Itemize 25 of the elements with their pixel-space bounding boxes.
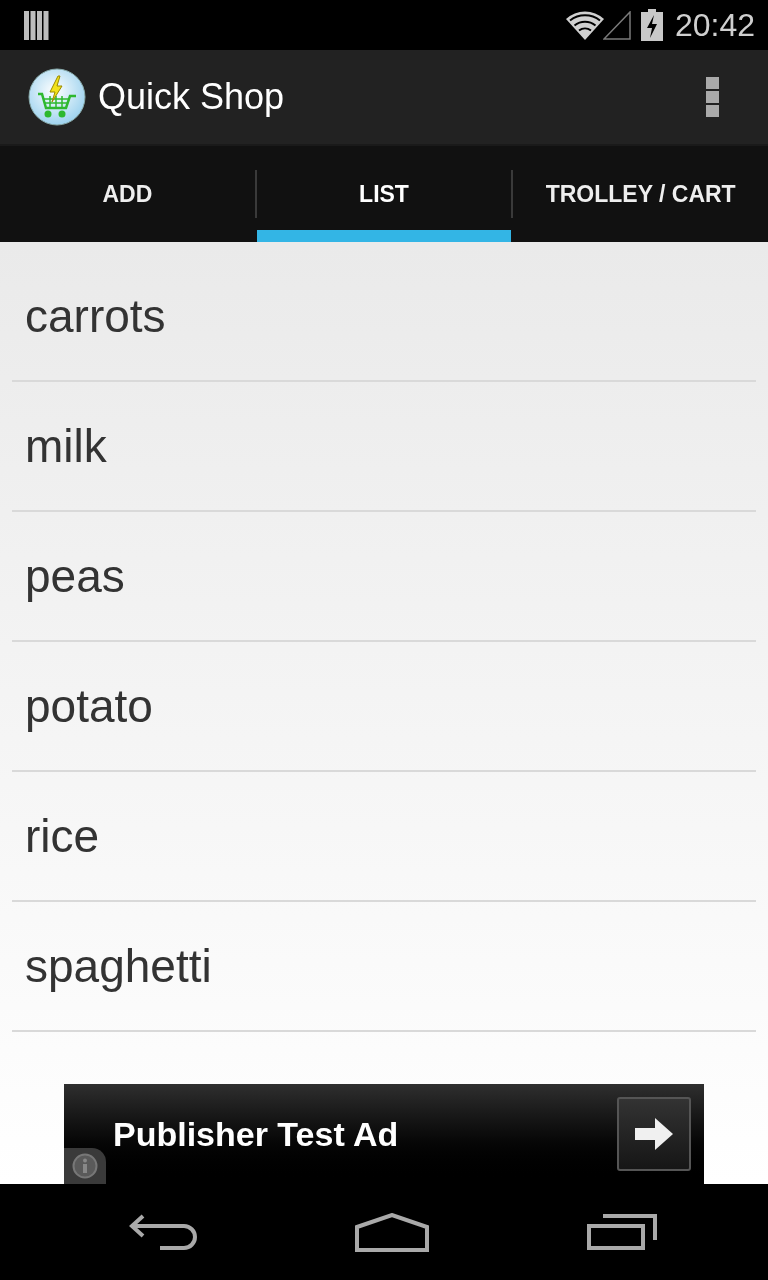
list-item[interactable]: spaghetti [12,902,756,1032]
tab[interactable]: LIST [256,146,512,242]
ad-arrow-button[interactable] [617,1097,691,1171]
tab[interactable]: TROLLEY / CART [513,146,768,242]
ad-title: Publisher Test Ad [113,1117,399,1151]
app-title: Quick Shop [98,79,285,115]
shopping-cart-app-icon[interactable] [28,68,86,126]
list-item[interactable]: peas [12,512,756,642]
right-arrow-icon [635,1118,673,1150]
wifi-icon [565,10,604,40]
tab[interactable]: ADD [0,146,255,242]
clock-time: 20:42 [674,9,755,41]
home-icon[interactable] [355,1212,429,1252]
battery-charging-icon [640,9,663,41]
ad-banner[interactable]: Publisher Test Ad [64,1084,704,1184]
ad-info-icon[interactable] [64,1148,106,1184]
recent-apps-icon[interactable] [587,1214,657,1250]
back-icon[interactable] [129,1214,197,1250]
list-item[interactable]: milk [12,382,756,512]
list-item[interactable]: potato [12,642,756,772]
notification-bars-icon [24,10,49,40]
list-item[interactable]: carrots [12,252,756,382]
list-item[interactable]: rice [12,772,756,902]
signal-icon [602,10,631,40]
overflow-menu-icon [705,77,719,117]
